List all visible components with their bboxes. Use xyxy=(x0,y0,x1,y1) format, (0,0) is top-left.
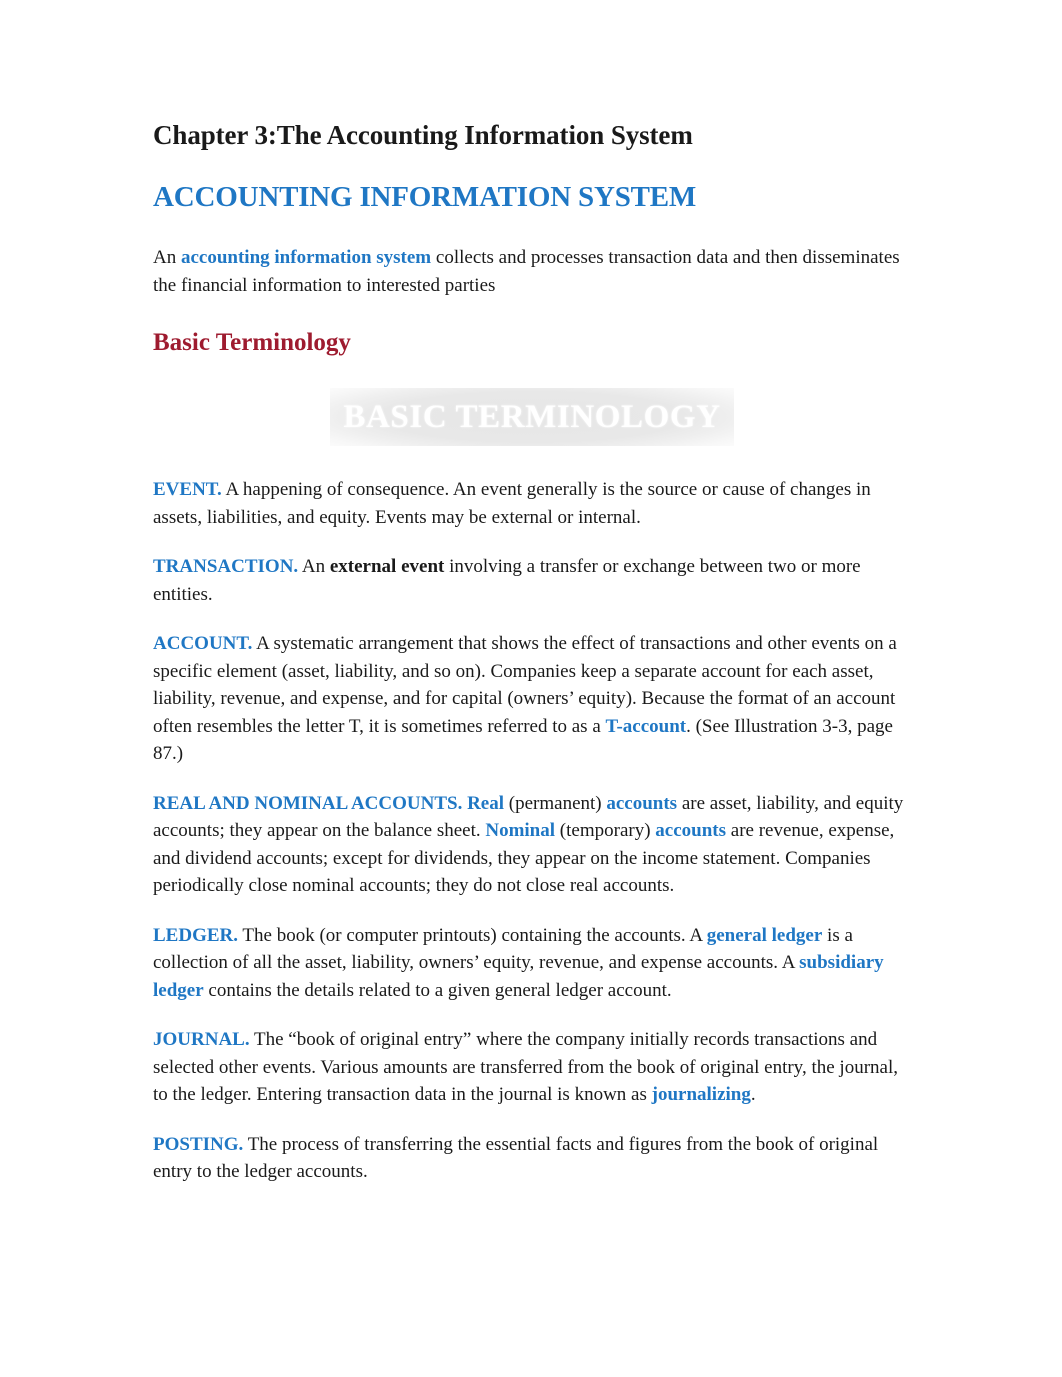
term-paragraph: REAL AND NOMINAL ACCOUNTS. Real (permane… xyxy=(153,790,907,900)
term-keyword: journalizing xyxy=(651,1084,751,1105)
basic-terminology-banner: BASIC TERMINOLOGY xyxy=(330,388,734,446)
term-text: The “book of original entry” where the c… xyxy=(153,1029,898,1105)
document-page: Chapter 3:The Accounting Information Sys… xyxy=(0,0,1062,1377)
intro-lead: An xyxy=(153,247,181,268)
term-text: A happening of consequence. An event gen… xyxy=(153,479,871,528)
term-text: . xyxy=(750,1084,756,1105)
term-label: JOURNAL. xyxy=(153,1029,250,1050)
term-label: REAL AND NOMINAL ACCOUNTS. xyxy=(153,792,463,814)
term-emphasis: external event xyxy=(329,556,445,577)
term-paragraph: LEDGER. The book (or computer printouts)… xyxy=(153,922,907,1005)
term-text: The process of transferring the essentia… xyxy=(153,1133,879,1183)
term-label: POSTING. xyxy=(153,1133,244,1155)
page-title: Chapter 3:The Accounting Information Sys… xyxy=(153,120,693,150)
term-keyword: accounts xyxy=(606,792,678,814)
term-text: An xyxy=(298,556,330,577)
term-paragraph: JOURNAL. The “book of original entry” wh… xyxy=(153,1026,907,1109)
term-keyword: T-account xyxy=(605,715,687,737)
terminology-list: EVENT. A happening of consequence. An ev… xyxy=(153,476,907,1186)
term-text: The book (or computer printouts) contain… xyxy=(238,924,707,946)
term-keyword: accounts xyxy=(655,820,727,841)
sub-heading: Basic Terminology xyxy=(153,329,351,356)
term-paragraph: EVENT. A happening of consequence. An ev… xyxy=(153,476,907,531)
banner-text: BASIC TERMINOLOGY xyxy=(343,398,721,435)
intro-paragraph: An accounting information system collect… xyxy=(153,244,907,300)
term-keyword: Real xyxy=(462,792,505,814)
term-text: (permanent) xyxy=(504,792,607,814)
section-heading: ACCOUNTING INFORMATION SYSTEM xyxy=(153,181,697,213)
term-paragraph: ACCOUNT. A systematic arrangement that s… xyxy=(153,630,907,768)
term-text: (temporary) xyxy=(555,820,656,841)
banner-image-container: BASIC TERMINOLOGY xyxy=(153,380,907,458)
term-paragraph: TRANSACTION. An external event involving… xyxy=(153,553,907,608)
term-label: ACCOUNT. xyxy=(153,633,253,654)
term-keyword: Nominal xyxy=(485,820,556,841)
term-text: contains the details related to a given … xyxy=(203,979,672,1001)
term-label: LEDGER. xyxy=(153,924,238,946)
document-content: Chapter 3:The Accounting Information Sys… xyxy=(153,118,907,1186)
term-label: EVENT. xyxy=(153,479,222,500)
term-keyword: general ledger xyxy=(706,924,823,946)
term-label: TRANSACTION. xyxy=(153,556,299,577)
term-paragraph: POSTING. The process of transferring the… xyxy=(153,1131,907,1186)
intro-keyword: accounting information system xyxy=(180,247,432,268)
